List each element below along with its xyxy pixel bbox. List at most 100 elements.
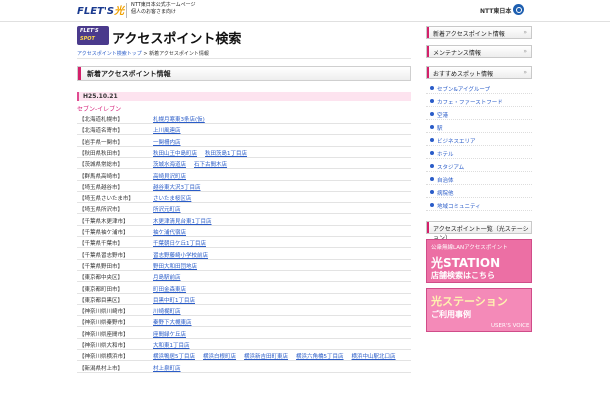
sidebar-new-info[interactable]: 新着アクセスポイント情報 » — [426, 26, 532, 39]
store-links: 村上泉町店 — [153, 364, 189, 372]
store-link[interactable]: 千葉朝日ケ丘1丁目店 — [153, 241, 206, 247]
store-link[interactable]: 横浜白根町店 — [203, 354, 236, 360]
sidebar-recommended[interactable]: おすすめスポット情報 » — [426, 66, 532, 79]
store-link[interactable]: 石下古間木店 — [194, 162, 227, 168]
store-link[interactable]: 横浜鴨居5丁目店 — [153, 354, 195, 360]
store-link[interactable]: 越谷東大沢3丁目店 — [153, 185, 201, 191]
store-link[interactable]: 上川風連店 — [153, 128, 181, 134]
hikari-station-banner[interactable]: 公衆無線LANアクセスポイント 光STATION 店舗検索はこちら — [426, 239, 532, 283]
store-links: 木更津清見台東1丁目店 — [153, 217, 220, 225]
table-row: 【千葉県木更津市】 木更津清見台東1丁目店 — [77, 215, 411, 226]
bullet-icon — [430, 151, 434, 155]
store-links: 所沢元町店 — [153, 205, 189, 213]
sidebar-category-item[interactable]: 病院他 — [426, 187, 532, 198]
sidebar-maintenance[interactable]: メンテナンス情報 » — [426, 45, 532, 58]
store-link[interactable]: 横浜中山駅北口店 — [352, 354, 396, 360]
breadcrumb-home-link[interactable]: アクセスポイント検索トップ — [77, 51, 142, 57]
sidebar-category-label: ビジネスエリア — [437, 139, 476, 145]
sidebar-recommended-label: おすすめスポット情報 — [433, 71, 494, 78]
store-links: 袖ケ浦代宿店 — [153, 228, 194, 236]
user-voice-banner[interactable]: 光ステーション ご利用事例 USER'S VOICE — [426, 288, 532, 332]
sidebar-category-item[interactable]: カフェ・ファーストフード — [426, 96, 532, 107]
prefecture-label: 【茨城県常総市】 — [79, 162, 124, 169]
store-links: 習志野藤崎小学校前店 — [153, 251, 216, 259]
sidebar-category-label: 空港 — [437, 113, 449, 119]
table-row: 【千葉県習志野市】 習志野藤崎小学校前店 — [77, 249, 411, 260]
sidebar-category-label: 駅 — [437, 126, 443, 132]
sidebar-category-item[interactable]: セブン&アイグループ — [426, 83, 532, 94]
store-link[interactable]: 木更津清見台東1丁目店 — [153, 219, 212, 225]
store-link[interactable]: 札幌月寒東3条店(仮) — [153, 117, 205, 123]
table-row: 【神奈川県座間市】 座間緑ケ丘店 — [77, 328, 411, 339]
sidebar-category-item[interactable]: ホテル — [426, 148, 532, 159]
store-link[interactable]: 一関柵内店 — [153, 140, 181, 146]
store-link[interactable]: さいたま桜区店 — [153, 196, 191, 202]
banner1-title: 光STATION — [431, 256, 501, 270]
table-row: 【群馬県高崎市】 高崎貝沢町店 — [77, 170, 411, 181]
sidebar-category-item[interactable]: 自治体 — [426, 174, 532, 185]
store-link[interactable]: 茨城水海道店 — [153, 162, 186, 168]
store-link[interactable]: 川崎梶町店 — [153, 309, 181, 315]
prefecture-label: 【新潟県村上市】 — [79, 365, 124, 372]
flets-logo[interactable]: FLET'S光 — [77, 2, 124, 17]
sidebar-category-label: スタジアム — [437, 165, 465, 171]
sidebar-category-item[interactable]: 空港 — [426, 109, 532, 120]
store-link[interactable]: 秋田山王中島町店 — [153, 151, 197, 157]
prefecture-label: 【神奈川県川崎市】 — [79, 309, 129, 316]
sidebar-category-item[interactable]: 地域コミュニティ — [426, 200, 532, 211]
table-row: 【埼玉県所沢市】 所沢元町店 — [77, 203, 411, 215]
store-links: 月島駅前店 — [153, 273, 189, 281]
bullet-icon — [430, 112, 434, 116]
store-link[interactable]: 所沢元町店 — [153, 207, 181, 213]
store-link[interactable]: 秋田茨島1丁目店 — [205, 151, 247, 157]
store-link[interactable]: 目黒中町1丁目店 — [153, 298, 195, 304]
table-row: 【千葉県袖ケ浦市】 袖ケ浦代宿店 — [77, 226, 411, 237]
prefecture-label: 【埼玉県所沢市】 — [79, 207, 124, 214]
bullet-icon — [430, 86, 434, 90]
store-link[interactable]: 大和東1丁目店 — [153, 343, 190, 349]
store-link[interactable]: 袖ケ浦代宿店 — [153, 230, 186, 236]
prefecture-label: 【神奈川県大和市】 — [79, 343, 129, 349]
store-links: 大和東1丁目店 — [153, 341, 198, 349]
store-link[interactable]: 村上泉町店 — [153, 366, 181, 372]
store-link[interactable]: 野田大和田団地店 — [153, 264, 197, 270]
prefecture-label: 【神奈川県座間市】 — [79, 331, 129, 338]
store-link[interactable]: 秦野下大槻東店 — [153, 320, 192, 326]
store-links: 町田金森東店 — [153, 285, 194, 293]
prefecture-label: 【埼玉県越谷市】 — [79, 184, 124, 191]
section-heading: 新着アクセスポイント情報 — [77, 66, 411, 81]
sidebar-category-item[interactable]: ビジネスエリア — [426, 135, 532, 146]
table-row: 【千葉県千葉市】 千葉朝日ケ丘1丁目店 — [77, 237, 411, 249]
ntt-east-logo-text[interactable]: NTT東日本 — [480, 6, 511, 15]
store-link[interactable]: 月島駅前店 — [153, 275, 181, 281]
ntt-logo-icon — [513, 4, 524, 15]
section-heading-text: 新着アクセスポイント情報 — [87, 70, 171, 78]
table-row: 【神奈川県横浜市】 横浜鴨居5丁目店 横浜白根町店 横浜新吉田町東店 横浜六角橋5丁目店… — [77, 350, 411, 362]
sidebar-ap-list[interactable]: アクセスポイント一覧（光ステーション） — [426, 221, 532, 242]
flets-logo-hikari: 光 — [114, 6, 125, 17]
store-link[interactable]: 座間緑ケ丘店 — [153, 332, 186, 338]
sidebar-category-label: ホテル — [437, 152, 454, 158]
table-row: 【北海道札幌市】 札幌月寒東3条店(仮) — [77, 113, 411, 124]
bullet-icon — [430, 164, 434, 168]
table-row: 【神奈川県川崎市】 川崎梶町店 — [77, 305, 411, 317]
store-link[interactable]: 横浜六角橋5丁目店 — [296, 354, 344, 360]
store-links: 越谷東大沢3丁目店 — [153, 183, 209, 191]
store-link[interactable]: 高崎貝沢町店 — [153, 174, 186, 180]
sidebar-category-label: 病院他 — [437, 191, 454, 197]
update-date: H25.10.21 — [83, 93, 118, 100]
bullet-icon — [430, 203, 434, 207]
store-links: 川崎梶町店 — [153, 307, 189, 315]
tagline-line2: 個人のお客さま向け — [131, 9, 177, 15]
sidebar-category-item[interactable]: 駅 — [426, 122, 532, 133]
store-link[interactable]: 横浜新吉田町東店 — [244, 354, 288, 360]
store-link[interactable]: 習志野藤崎小学校前店 — [153, 253, 208, 259]
store-link[interactable]: 町田金森東店 — [153, 287, 186, 293]
date-bar: H25.10.21 — [77, 92, 411, 101]
bullet-icon — [430, 138, 434, 142]
flets-logo-text: FLET'S — [77, 6, 115, 17]
header-tagline: NTT東日本公式ホームページ 個人のお客さま向け — [131, 2, 196, 16]
sidebar-category-item[interactable]: スタジアム — [426, 161, 532, 172]
group-label: セブン-イレブン — [77, 106, 122, 113]
table-row: 【東京都町田市】 町田金森東店 — [77, 283, 411, 294]
